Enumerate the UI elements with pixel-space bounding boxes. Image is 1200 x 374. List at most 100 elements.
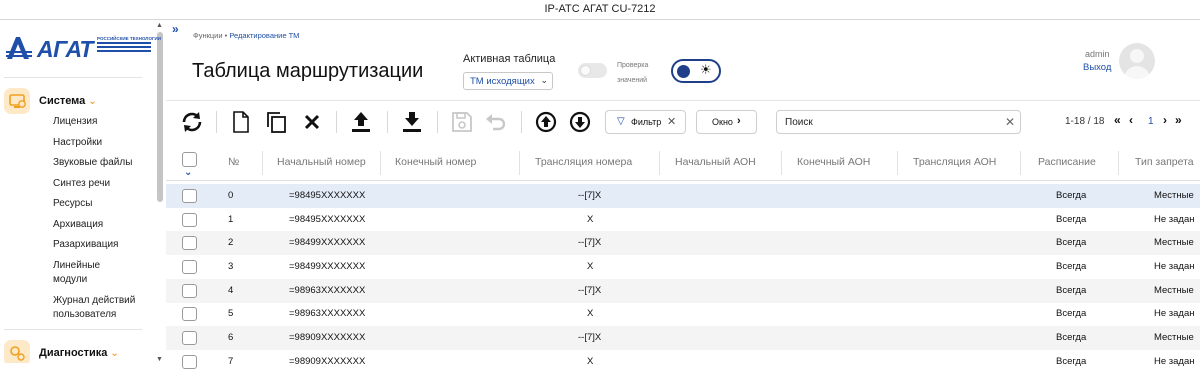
column-separator[interactable] xyxy=(897,151,898,175)
column-separator[interactable] xyxy=(519,151,520,175)
sidebar-item-resources[interactable]: Ресурсы xyxy=(53,197,153,211)
row-checkbox[interactable] xyxy=(182,307,197,321)
cell-ban-type: Местные xyxy=(1154,285,1194,296)
value-check-toggle[interactable] xyxy=(578,63,607,78)
sun-icon: ☀ xyxy=(700,62,712,77)
breadcrumb-parent[interactable]: Функции xyxy=(193,31,223,40)
search-box[interactable]: ✕ xyxy=(776,110,1021,134)
table-row[interactable]: 2 =98499XXXXXXX --[7]X Всегда Местные xyxy=(166,231,1200,255)
select-all-checkbox[interactable] xyxy=(182,152,197,167)
cell-schedule: Всегда xyxy=(1056,356,1087,367)
table-row[interactable]: 3 =98499XXXXXXX X Всегда Не задан xyxy=(166,255,1200,279)
row-checkbox[interactable] xyxy=(182,284,197,298)
sidebar-scrollbar[interactable] xyxy=(157,32,163,202)
breadcrumb: Функции • Редактирование ТМ xyxy=(193,31,299,40)
column-header-number[interactable]: № xyxy=(228,156,239,168)
prev-page-icon[interactable]: ‹ xyxy=(1129,113,1133,127)
column-separator[interactable] xyxy=(781,151,782,175)
first-page-icon[interactable]: « xyxy=(1114,113,1121,127)
logout-link[interactable]: Выход xyxy=(1083,62,1111,73)
clear-search-icon[interactable]: ✕ xyxy=(1005,115,1015,129)
sidebar-item-settings[interactable]: Настройки xyxy=(53,136,153,150)
column-header-number-translation[interactable]: Трансляция номера xyxy=(535,156,632,168)
cell-number: 4 xyxy=(228,285,234,296)
column-separator[interactable] xyxy=(262,151,263,175)
scroll-down-arrow-icon[interactable]: ▼ xyxy=(156,356,163,363)
column-separator[interactable] xyxy=(380,151,381,175)
table-row[interactable]: 5 =98963XXXXXXX X Всегда Не задан xyxy=(166,302,1200,326)
window-button[interactable]: Окно › xyxy=(696,110,757,134)
cell-start-number: =98909XXXXXXX xyxy=(289,356,366,367)
chevron-down-icon[interactable]: ⌄ xyxy=(184,167,192,178)
cell-number: 6 xyxy=(228,332,234,343)
clear-filter-icon[interactable]: ✕ xyxy=(667,115,676,128)
cell-number: 2 xyxy=(228,237,234,248)
sidebar-item-sound-files[interactable]: Звуковые файлы xyxy=(53,156,153,170)
move-down-icon[interactable] xyxy=(568,110,592,134)
cell-start-number: =98963XXXXXXX xyxy=(289,308,366,319)
cell-number: 0 xyxy=(228,190,234,201)
sidebar-section-system[interactable]: Система ⌄ xyxy=(4,88,154,114)
table-row[interactable]: 7 =98909XXXXXXX X Всегда Не задан xyxy=(166,350,1200,374)
cell-number: 3 xyxy=(228,261,234,272)
move-up-icon[interactable] xyxy=(534,110,558,134)
column-header-end-number[interactable]: Конечный номер xyxy=(395,156,476,168)
column-header-schedule[interactable]: Расписание xyxy=(1038,156,1096,168)
copy-icon[interactable] xyxy=(264,110,288,134)
system-section-title: Система ⌄ xyxy=(39,95,97,107)
next-page-icon[interactable]: › xyxy=(1163,113,1167,127)
funnel-icon: ▽ xyxy=(617,116,625,127)
column-header-start-aon[interactable]: Начальный АОН xyxy=(675,156,756,168)
search-input[interactable] xyxy=(785,115,985,129)
table-row[interactable]: 6 =98909XXXXXXX --[7]X Всегда Местные xyxy=(166,326,1200,350)
cell-number-translation: X xyxy=(587,214,594,225)
theme-toggle[interactable]: ☀ xyxy=(671,59,721,83)
filter-button[interactable]: ▽ Фильтр ✕ xyxy=(605,110,686,134)
column-header-end-aon[interactable]: Конечный АОН xyxy=(797,156,870,168)
collapse-sidebar-icon[interactable]: » xyxy=(172,22,179,36)
download-icon[interactable] xyxy=(400,110,424,134)
sidebar-item-license[interactable]: Лицензия xyxy=(53,115,153,129)
diagnostics-section-title: Диагностика ⌄ xyxy=(39,347,119,359)
table-row[interactable]: 0 =98495XXXXXXX --[7]X Всегда Местные xyxy=(166,184,1200,208)
cell-start-number: =98495XXXXXXX xyxy=(289,190,366,201)
scroll-up-arrow-icon[interactable]: ▲ xyxy=(156,22,163,29)
column-separator[interactable] xyxy=(1020,151,1021,175)
cell-number-translation: X xyxy=(587,356,594,367)
toolbar-separator xyxy=(437,111,438,133)
delete-icon[interactable] xyxy=(300,110,324,134)
column-header-aon-translation[interactable]: Трансляция АОН xyxy=(913,156,996,168)
column-header-ban-type[interactable]: Тип запрета xyxy=(1135,156,1194,168)
row-checkbox[interactable] xyxy=(182,236,197,250)
sidebar-item-user-action-log[interactable]: Журнал действий пользователя xyxy=(53,294,138,322)
row-checkbox[interactable] xyxy=(182,213,197,227)
row-checkbox[interactable] xyxy=(182,260,197,274)
sidebar-item-unarchiving[interactable]: Разархивация xyxy=(53,238,153,252)
user-name: admin xyxy=(1085,49,1110,59)
undo-icon[interactable] xyxy=(484,110,508,134)
row-checkbox[interactable] xyxy=(182,355,197,369)
logo-wordmark: АГАТ xyxy=(37,36,93,62)
sidebar-item-archiving[interactable]: Архивация xyxy=(53,218,153,232)
current-page[interactable]: 1 xyxy=(1148,116,1154,127)
sidebar-section-diagnostics[interactable]: Диагностика ⌄ xyxy=(4,340,154,363)
column-header-start-number[interactable]: Начальный номер xyxy=(277,156,366,168)
column-separator[interactable] xyxy=(659,151,660,175)
sidebar-item-speech-synthesis[interactable]: Синтез речи xyxy=(53,177,153,191)
column-separator[interactable] xyxy=(1118,151,1119,175)
dark-mode-dot-icon xyxy=(677,65,690,78)
row-checkbox[interactable] xyxy=(182,331,197,345)
upload-icon[interactable] xyxy=(349,110,373,134)
table-row[interactable]: 4 =98963XXXXXXX --[7]X Всегда Местные xyxy=(166,279,1200,303)
row-checkbox[interactable] xyxy=(182,189,197,203)
refresh-icon[interactable] xyxy=(180,110,204,134)
active-table-select[interactable]: ТМ исходящих ⌄ xyxy=(463,72,553,90)
table-row[interactable]: 1 =98495XXXXXXX X Всегда Не задан xyxy=(166,208,1200,232)
new-file-icon[interactable] xyxy=(229,110,253,134)
avatar[interactable] xyxy=(1119,43,1155,79)
save-icon[interactable] xyxy=(450,110,474,134)
sidebar-divider xyxy=(4,329,142,330)
last-page-icon[interactable]: » xyxy=(1175,113,1182,127)
sidebar-item-line-modules[interactable]: Линейные модули xyxy=(53,259,113,287)
agat-logo[interactable]: АГАТ РОССИЙСКИЕ ТЕХНОЛОГИИ xyxy=(4,34,161,64)
